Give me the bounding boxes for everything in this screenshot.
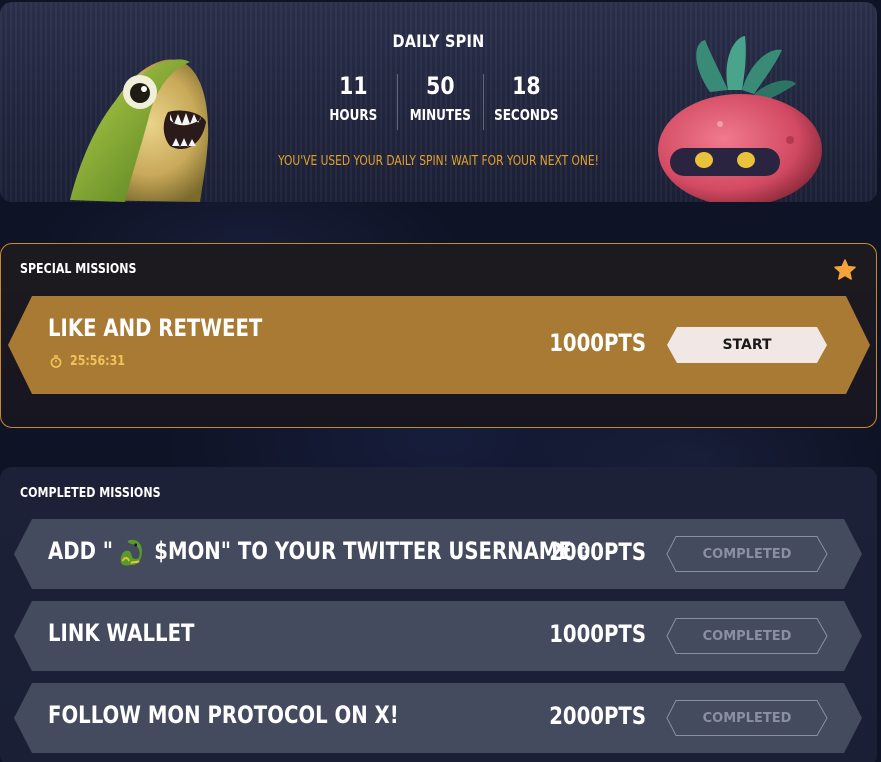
seconds-label: SECONDS <box>494 106 559 124</box>
mission-points: 2000PTS <box>549 702 646 730</box>
completed-missions-heading: COMPLETED MISSIONS <box>20 486 161 501</box>
mission-timer-text: 25:56:31 <box>70 354 125 369</box>
completed-status-label: COMPLETED <box>702 710 792 726</box>
mission-points: 1000PTS <box>549 620 646 648</box>
mission-title-prefix: ADD " <box>48 537 114 565</box>
countdown-timer: 11 HOURS 50 MINUTES 18 SECONDS <box>310 72 570 132</box>
mission-points: 2000PTS <box>549 538 646 566</box>
mission-timer: 25:56:31 <box>50 354 135 369</box>
start-button-label: START <box>722 337 772 353</box>
countdown-minutes: 50 MINUTES <box>396 72 484 132</box>
minutes-label: MINUTES <box>409 106 471 124</box>
star-icon <box>834 259 856 280</box>
countdown-hours: 11 HOURS <box>310 72 397 132</box>
dragon-emoji-icon <box>120 539 143 566</box>
mission-title: ADD " $MON" TO YOUR TWITTER USERNAME <box>48 537 590 567</box>
completed-mission-card: FOLLOW MON PROTOCOL ON X! 2000PTS COMPLE… <box>14 683 862 753</box>
completed-status-button: COMPLETED <box>666 536 828 572</box>
stopwatch-icon <box>50 355 62 368</box>
radish-mascot-image <box>658 36 822 202</box>
completed-status-label: COMPLETED <box>702 628 792 644</box>
mission-title-suffix: $MON" TO YOUR TWITTER USERNAME <box>147 537 572 565</box>
completed-mission-card: ADD " $MON" TO YOUR TWITTER USERNAME 200… <box>14 519 862 589</box>
completed-status-label: COMPLETED <box>702 546 792 562</box>
completed-status-button: COMPLETED <box>666 700 828 736</box>
minutes-value: 50 <box>425 72 455 100</box>
hours-label: HOURS <box>329 106 378 124</box>
countdown-seconds: 18 SECONDS <box>483 72 570 132</box>
mission-title: LIKE AND RETWEET <box>48 314 263 342</box>
daily-spin-panel: DAILY SPIN 11 HOURS 50 MINUTES 18 SECOND… <box>0 2 877 202</box>
mission-title: FOLLOW MON PROTOCOL ON X! <box>48 701 399 729</box>
seconds-value: 18 <box>512 72 541 100</box>
special-missions-heading: SPECIAL MISSIONS <box>20 262 137 277</box>
mission-points: 1000PTS <box>549 329 646 357</box>
completed-status-button: COMPLETED <box>666 618 828 654</box>
mission-title: LINK WALLET <box>48 619 195 647</box>
fish-mascot-image <box>70 59 209 202</box>
completed-mission-card: LINK WALLET 1000PTS COMPLETED <box>14 601 862 671</box>
special-mission-card: LIKE AND RETWEET 25:56:31 1000PTS START <box>8 296 870 394</box>
start-button[interactable]: START <box>667 327 827 363</box>
hours-value: 11 <box>339 72 368 100</box>
